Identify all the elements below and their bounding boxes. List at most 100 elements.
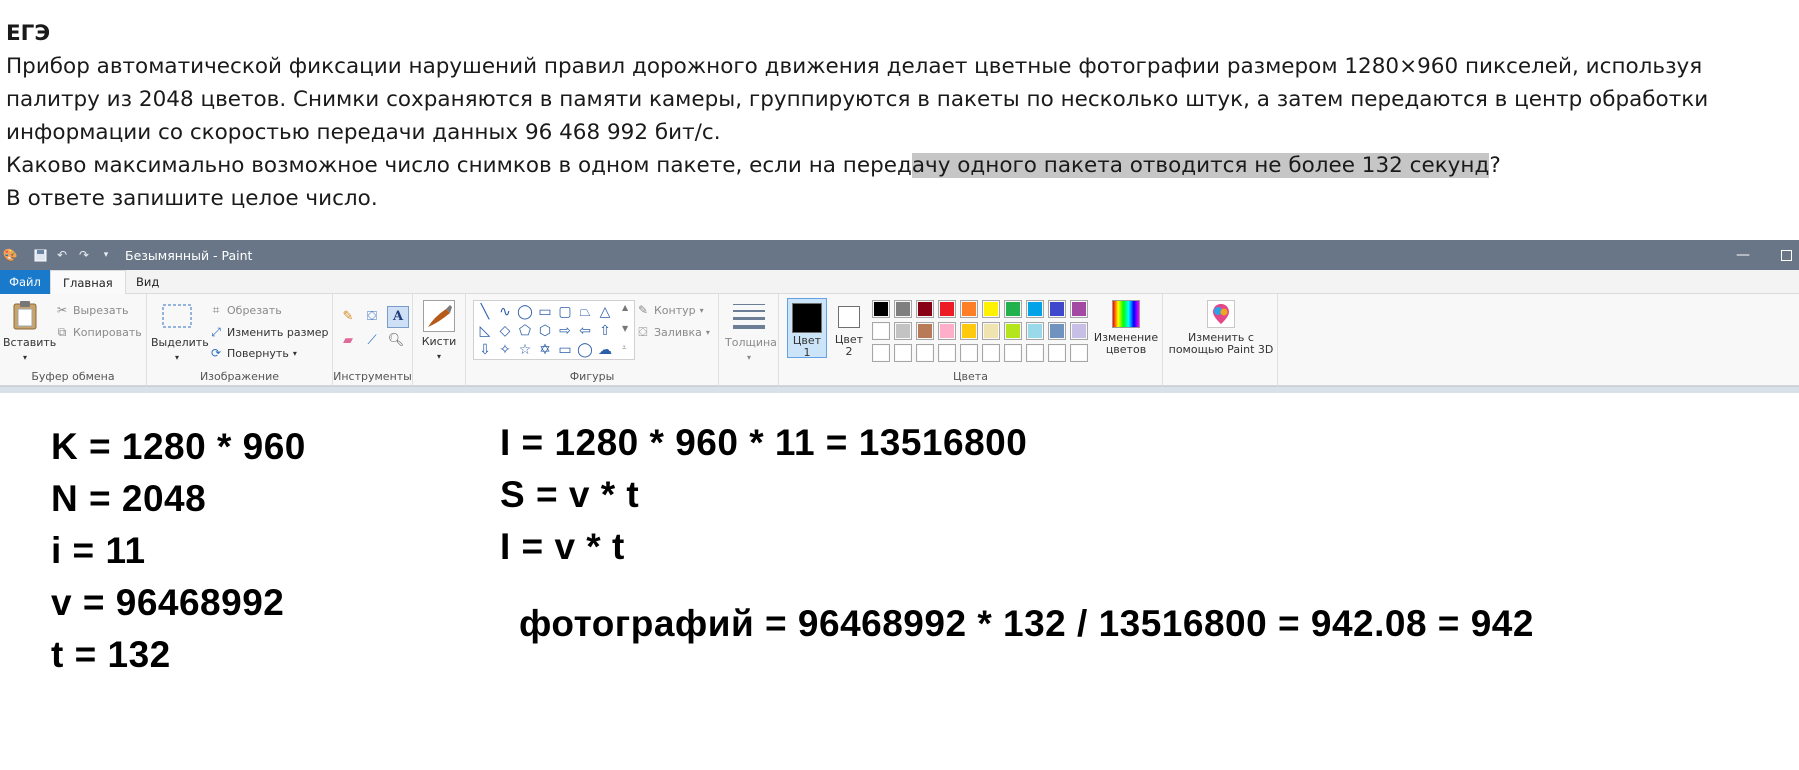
- rotate-icon: ⟳: [210, 346, 222, 360]
- tab-view[interactable]: Вид: [124, 270, 171, 294]
- left-arrow-shape-icon[interactable]: ⇦: [576, 322, 594, 340]
- palette-swatch[interactable]: [960, 344, 978, 362]
- down-arrow-shape-icon[interactable]: ⇩: [476, 341, 494, 359]
- select-dropdown-icon: ▾: [174, 353, 179, 362]
- formula-volume: I = 1280 * 960 * 11 = 13516800: [500, 422, 1028, 463]
- size-button[interactable]: Толщина ▾: [725, 302, 777, 364]
- tab-file[interactable]: Файл: [0, 270, 50, 294]
- magnifier-icon[interactable]: 🔍︎: [387, 332, 405, 350]
- palette-swatch[interactable]: [960, 322, 978, 340]
- four-point-star-shape-icon[interactable]: ✧: [496, 341, 514, 359]
- color-picker-icon[interactable]: ⟋: [363, 332, 381, 350]
- palette-swatch[interactable]: [938, 322, 956, 340]
- color2-button[interactable]: Цвет 2: [831, 298, 867, 358]
- palette-swatch[interactable]: [916, 344, 934, 362]
- tools-group-label: Инструменты: [333, 370, 412, 383]
- palette-swatch[interactable]: [938, 344, 956, 362]
- palette-swatch[interactable]: [872, 344, 890, 362]
- shapes-expand-icon[interactable]: ⩡: [622, 343, 627, 353]
- palette-swatch[interactable]: [960, 300, 978, 318]
- triangle-shape-icon[interactable]: △: [596, 303, 614, 321]
- rotate-button[interactable]: ⟳ Повернуть ▾: [209, 346, 297, 360]
- palette-swatch[interactable]: [916, 300, 934, 318]
- redo-icon[interactable]: ↷: [76, 247, 92, 263]
- shapes-scroll-up-icon[interactable]: ▲: [622, 303, 628, 312]
- hexagon-shape-icon[interactable]: ⬡: [536, 322, 554, 340]
- outline-button[interactable]: ✎ Контур ▾: [636, 303, 704, 317]
- color1-swatch: [792, 303, 822, 333]
- rounded-rectangle-shape-icon[interactable]: ▢: [556, 303, 574, 321]
- palette-swatch[interactable]: [1070, 322, 1088, 340]
- right-triangle-shape-icon[interactable]: ◺: [476, 322, 494, 340]
- edit-colors-button[interactable]: Изменение цветов: [1091, 300, 1161, 356]
- maximize-button[interactable]: [1776, 245, 1796, 265]
- fill-button[interactable]: ⛋ Заливка ▾: [636, 325, 709, 339]
- undo-icon[interactable]: ↶: [54, 247, 70, 263]
- cloud-callout-shape-icon[interactable]: ☁: [596, 341, 614, 359]
- pentagon-shape-icon[interactable]: ⬠: [516, 322, 534, 340]
- palette-swatch[interactable]: [1048, 322, 1066, 340]
- palette-swatch[interactable]: [982, 344, 1000, 362]
- question-text: Каково максимально возможное число снимк…: [6, 153, 912, 178]
- palette-swatch[interactable]: [872, 322, 890, 340]
- five-point-star-shape-icon[interactable]: ☆: [516, 341, 534, 359]
- palette-swatch[interactable]: [1004, 322, 1022, 340]
- edit-with-paint3d-button[interactable]: Изменить с помощью Paint 3D: [1167, 300, 1275, 356]
- palette-swatch[interactable]: [982, 322, 1000, 340]
- rounded-callout-shape-icon[interactable]: ▭: [556, 341, 574, 359]
- save-icon[interactable]: [32, 247, 48, 263]
- cut-button[interactable]: ✂ Вырезать: [55, 303, 129, 317]
- question-highlight: ачу одного пакета отводится не более 132…: [911, 153, 1490, 178]
- customize-quick-access-icon[interactable]: ▾: [98, 247, 114, 263]
- polygon-shape-icon[interactable]: ⏢: [576, 303, 594, 321]
- drawing-canvas[interactable]: K = 1280 * 960 N = 2048 i = 11 v = 96468…: [0, 393, 1799, 770]
- text-tool-icon[interactable]: A: [387, 306, 409, 328]
- brushes-dropdown-icon: ▾: [436, 352, 441, 361]
- palette-swatch[interactable]: [1048, 300, 1066, 318]
- palette-swatch[interactable]: [982, 300, 1000, 318]
- fill-bucket-icon[interactable]: ⛋: [363, 308, 381, 326]
- copy-button[interactable]: ⧉ Копировать: [55, 325, 142, 339]
- palette-swatch[interactable]: [894, 300, 912, 318]
- palette-swatch[interactable]: [1004, 300, 1022, 318]
- palette-swatch[interactable]: [1004, 344, 1022, 362]
- eraser-icon[interactable]: ▰: [339, 332, 357, 350]
- crop-button[interactable]: ⌗ Обрезать: [209, 303, 282, 317]
- diamond-shape-icon[interactable]: ◇: [496, 322, 514, 340]
- palette-swatch[interactable]: [1026, 344, 1044, 362]
- palette-swatch[interactable]: [1070, 344, 1088, 362]
- outline-dropdown-icon: ▾: [699, 305, 704, 315]
- select-button[interactable]: Выделить ▾: [151, 302, 209, 364]
- resize-button[interactable]: ⤢ Изменить размер: [209, 325, 328, 339]
- pencil-icon[interactable]: ✎: [339, 308, 357, 326]
- ribbon: Вставить ▾ ✂ Вырезать ⧉ Копировать Буфер…: [0, 294, 1799, 386]
- palette-swatch[interactable]: [938, 300, 956, 318]
- six-point-star-shape-icon[interactable]: ✡: [536, 341, 554, 359]
- palette-swatch[interactable]: [894, 344, 912, 362]
- right-arrow-shape-icon[interactable]: ⇨: [556, 322, 574, 340]
- shapes-gallery: ╲ ∿ ◯ ▭ ▢ ⏢ △ ◺ ◇ ⬠ ⬡ ⇨ ⇦ ⇧ ⇩ ✧ ☆ ✡ ▭ ◯: [473, 300, 635, 360]
- palette-swatch[interactable]: [1070, 300, 1088, 318]
- question-mark: ?: [1489, 153, 1501, 178]
- color2-swatch: [838, 306, 860, 328]
- palette-swatch-color: [1050, 324, 1064, 338]
- color1-button[interactable]: Цвет 1: [787, 298, 827, 359]
- rectangle-shape-icon[interactable]: ▭: [536, 303, 554, 321]
- oval-callout-shape-icon[interactable]: ◯: [576, 341, 594, 359]
- paste-button[interactable]: Вставить ▾: [3, 300, 56, 364]
- palette-swatch[interactable]: [1048, 344, 1066, 362]
- paint-app-icon[interactable]: 🎨: [2, 247, 18, 263]
- palette-swatch[interactable]: [1026, 300, 1044, 318]
- minimize-button[interactable]: —: [1733, 245, 1753, 265]
- curve-shape-icon[interactable]: ∿: [496, 303, 514, 321]
- palette-swatch[interactable]: [894, 322, 912, 340]
- palette-swatch[interactable]: [872, 300, 890, 318]
- tab-home[interactable]: Главная: [50, 270, 126, 295]
- line-shape-icon[interactable]: ╲: [476, 303, 494, 321]
- palette-swatch[interactable]: [916, 322, 934, 340]
- oval-shape-icon[interactable]: ◯: [516, 303, 534, 321]
- up-arrow-shape-icon[interactable]: ⇧: [596, 322, 614, 340]
- palette-swatch[interactable]: [1026, 322, 1044, 340]
- brushes-button[interactable]: Кисти ▾: [421, 300, 457, 363]
- shapes-scroll-down-icon[interactable]: ▼: [622, 324, 628, 333]
